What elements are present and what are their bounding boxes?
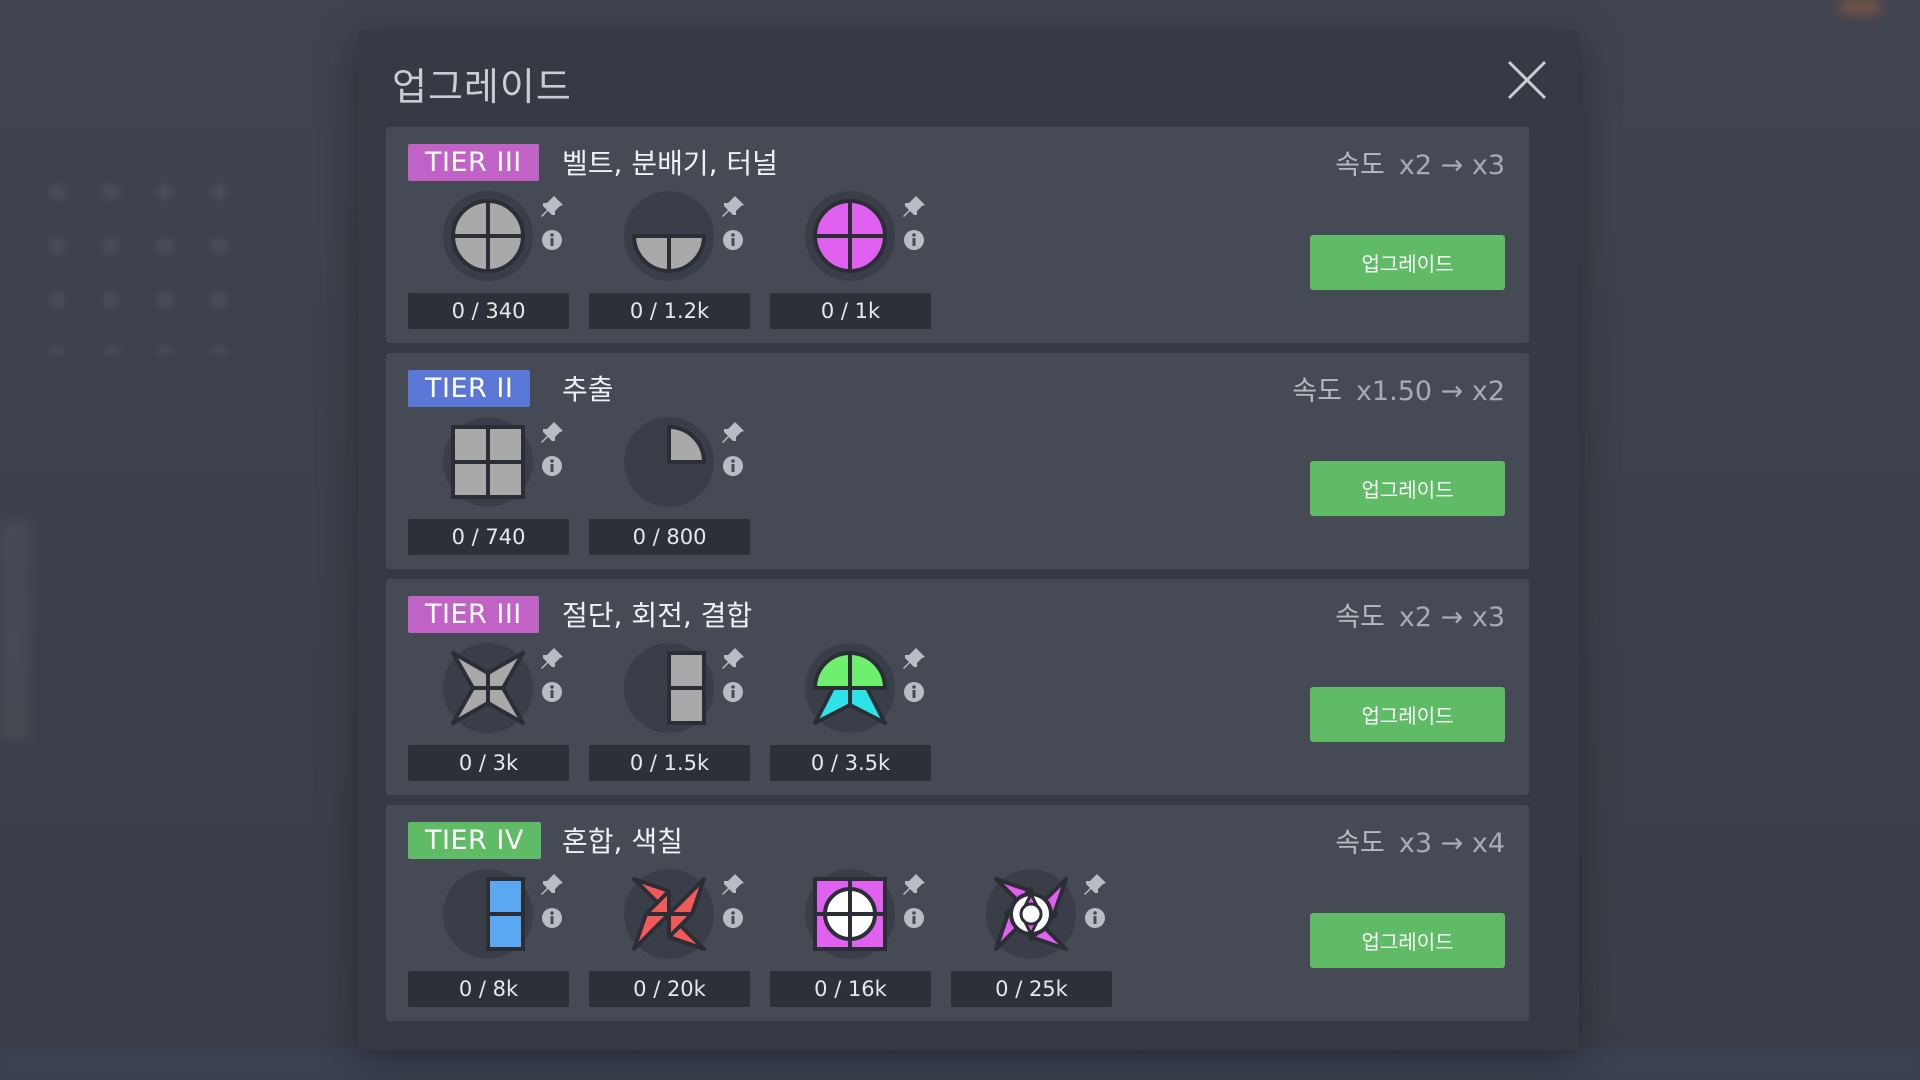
requirement-item: 0 / 1.5k [589, 643, 750, 781]
speed-info: 속도 x2 → x3 [1335, 143, 1505, 182]
speed-label: 속도 [1292, 376, 1342, 407]
requirement-item: 0 / 800 [589, 417, 750, 555]
info-icon[interactable] [1084, 907, 1106, 929]
speed-label: 속도 [1335, 828, 1385, 859]
upgrade-button[interactable]: 업그레이드 [1310, 461, 1505, 516]
requirement-item: 0 / 1.2k [589, 191, 750, 329]
pin-icon[interactable] [901, 194, 927, 220]
requirement-count: 0 / 1.2k [589, 293, 750, 329]
pin-icon[interactable] [1082, 872, 1108, 898]
speed-info: 속도 x1.50 → x2 [1292, 369, 1505, 408]
pin-icon[interactable] [539, 872, 565, 898]
shape-half-rect-gray[interactable] [624, 643, 714, 733]
requirement-item: 0 / 25k [951, 869, 1112, 1007]
panel-name: 벨트, 분배기, 터널 [562, 147, 778, 180]
speed-info: 속도 x3 → x4 [1335, 821, 1505, 860]
shape-half-rect-blue[interactable] [443, 869, 533, 959]
info-icon[interactable] [722, 907, 744, 929]
tier-badge: TIER II [408, 370, 531, 407]
requirement-count: 0 / 740 [408, 519, 569, 555]
speed-value: x2 → x3 [1398, 602, 1505, 633]
background-blur-toolbar [0, 1050, 1920, 1080]
pin-icon[interactable] [539, 420, 565, 446]
shape-square-quarters-gray[interactable] [443, 417, 533, 507]
tier-badge: TIER IV [408, 822, 541, 859]
close-icon [1507, 60, 1547, 100]
requirement-item: 0 / 8k [408, 869, 569, 1007]
requirement-count: 0 / 800 [589, 519, 750, 555]
pin-icon[interactable] [539, 646, 565, 672]
info-icon[interactable] [722, 229, 744, 251]
shape-square-circle-purple[interactable] [805, 869, 895, 959]
pin-icon[interactable] [720, 420, 746, 446]
requirement-count: 0 / 25k [951, 971, 1112, 1007]
shape-complex-purple[interactable] [986, 869, 1076, 959]
modal-title: 업그레이드 [392, 65, 572, 109]
background-blur-strip [0, 520, 30, 740]
requirement-count: 0 / 3.5k [770, 745, 931, 781]
requirement-item: 0 / 340 [408, 191, 569, 329]
upgrade-panel-processing: TIER III 절단, 회전, 결합 속도 x2 → x3 업그레이드 0 / … [386, 579, 1529, 795]
pin-icon[interactable] [901, 872, 927, 898]
info-icon[interactable] [903, 229, 925, 251]
requirement-count: 0 / 1.5k [589, 745, 750, 781]
info-icon[interactable] [722, 681, 744, 703]
tier-badge: TIER III [408, 596, 539, 633]
requirement-count: 0 / 340 [408, 293, 569, 329]
pin-icon[interactable] [720, 872, 746, 898]
panel-name: 혼합, 색칠 [562, 825, 683, 858]
close-button[interactable] [1505, 58, 1549, 102]
pin-icon[interactable] [901, 646, 927, 672]
info-icon[interactable] [541, 455, 563, 477]
upgrade-panel-belts: TIER III 벨트, 분배기, 터널 속도 x2 → x3 업그레이드 0 /… [386, 127, 1529, 343]
requirement-count: 0 / 16k [770, 971, 931, 1007]
requirement-item: 0 / 740 [408, 417, 569, 555]
info-icon[interactable] [903, 907, 925, 929]
tier-badge: TIER III [408, 144, 539, 181]
shape-circle-quarters-purple[interactable] [805, 191, 895, 281]
upgrade-panel-extraction: TIER II 추출 속도 x1.50 → x2 업그레이드 0 / 740 0 … [386, 353, 1529, 569]
background-blur-grid [30, 165, 250, 355]
shape-mixed-green-cyan[interactable] [805, 643, 895, 733]
pin-icon[interactable] [720, 646, 746, 672]
requirement-count: 0 / 8k [408, 971, 569, 1007]
shape-half-circle-gray[interactable] [624, 191, 714, 281]
speed-value: x1.50 → x2 [1355, 376, 1505, 407]
upgrade-button[interactable]: 업그레이드 [1310, 687, 1505, 742]
info-icon[interactable] [541, 907, 563, 929]
speed-value: x3 → x4 [1398, 828, 1505, 859]
speed-label: 속도 [1335, 602, 1385, 633]
info-icon[interactable] [541, 229, 563, 251]
background-blur-accent [1840, 0, 1880, 14]
requirement-count: 0 / 3k [408, 745, 569, 781]
info-icon[interactable] [722, 455, 744, 477]
panel-name: 절단, 회전, 결합 [562, 599, 753, 632]
panel-name: 추출 [562, 373, 614, 406]
shape-quarter-circle-gray[interactable] [624, 417, 714, 507]
requirement-item: 0 / 3.5k [770, 643, 931, 781]
requirement-item: 0 / 1k [770, 191, 931, 329]
info-icon[interactable] [541, 681, 563, 703]
requirement-item: 0 / 3k [408, 643, 569, 781]
requirement-count: 0 / 1k [770, 293, 931, 329]
speed-label: 속도 [1335, 150, 1385, 181]
upgrade-button[interactable]: 업그레이드 [1310, 235, 1505, 290]
upgrade-panel-painting: TIER IV 혼합, 색칠 속도 x3 → x4 업그레이드 0 / 8k 0 … [386, 805, 1529, 1021]
requirement-item: 0 / 20k [589, 869, 750, 1007]
requirement-item: 0 / 16k [770, 869, 931, 1007]
pin-icon[interactable] [720, 194, 746, 220]
info-icon[interactable] [903, 681, 925, 703]
requirement-count: 0 / 20k [589, 971, 750, 1007]
upgrade-button[interactable]: 업그레이드 [1310, 913, 1505, 968]
pin-icon[interactable] [539, 194, 565, 220]
speed-info: 속도 x2 → x3 [1335, 595, 1505, 634]
speed-value: x2 → x3 [1398, 150, 1505, 181]
upgrades-modal: 업그레이드 TIER III 벨트, 분배기, 터널 속도 x2 → x3 업그레… [358, 30, 1579, 1050]
shape-windmill-red[interactable] [624, 869, 714, 959]
shape-circle-quarters-gray[interactable] [443, 191, 533, 281]
shape-star-gray[interactable] [443, 643, 533, 733]
